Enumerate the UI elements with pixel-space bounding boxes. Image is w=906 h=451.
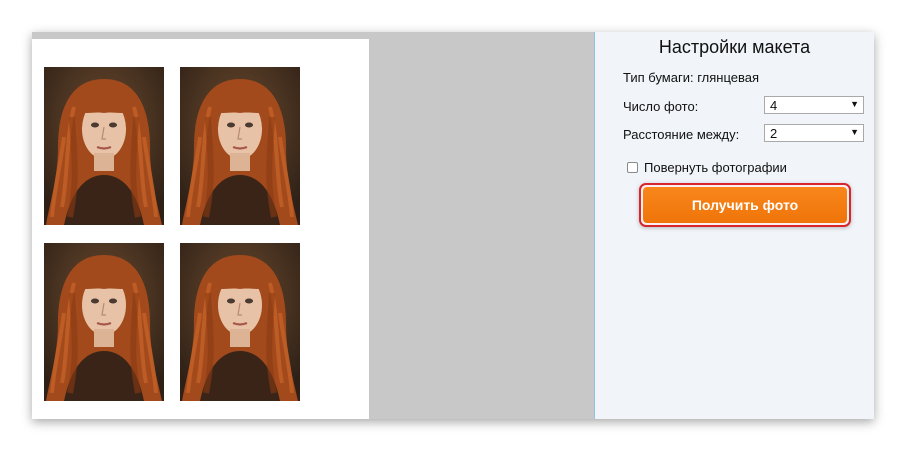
spacing-label: Расстояние между: (623, 127, 740, 142)
photo-count-label: Число фото: (623, 99, 699, 114)
chevron-down-icon: ▼ (850, 127, 859, 137)
rotate-photos-label: Повернуть фотографии (644, 160, 787, 175)
photo-count-select[interactable]: 4 ▼ (764, 96, 864, 114)
photo-thumbnail-1 (44, 67, 164, 225)
paper-type-label: Тип бумаги: глянцевая (623, 70, 760, 85)
rotate-photos-checkbox[interactable] (627, 162, 638, 173)
photo-thumbnail-2 (180, 67, 300, 225)
settings-title: Настройки макета (658, 37, 811, 57)
spacing-select[interactable]: 2 ▼ (764, 124, 864, 142)
get-photo-button[interactable]: Получить фото (643, 187, 847, 223)
paper-sheet (32, 39, 369, 419)
spacing-value: 2 (770, 126, 778, 141)
rotate-photos-option[interactable]: Повернуть фотографии (627, 160, 787, 175)
layout-window: Настройки макета Тип бумаги: глянцевая Ч… (32, 32, 874, 419)
photo-thumbnail-3 (44, 243, 164, 401)
photo-count-value: 4 (770, 98, 778, 113)
layout-settings-panel: Настройки макета Тип бумаги: глянцевая Ч… (594, 32, 874, 419)
photo-thumbnail-4 (180, 243, 300, 401)
chevron-down-icon: ▼ (850, 99, 859, 109)
print-preview-area (32, 32, 594, 419)
